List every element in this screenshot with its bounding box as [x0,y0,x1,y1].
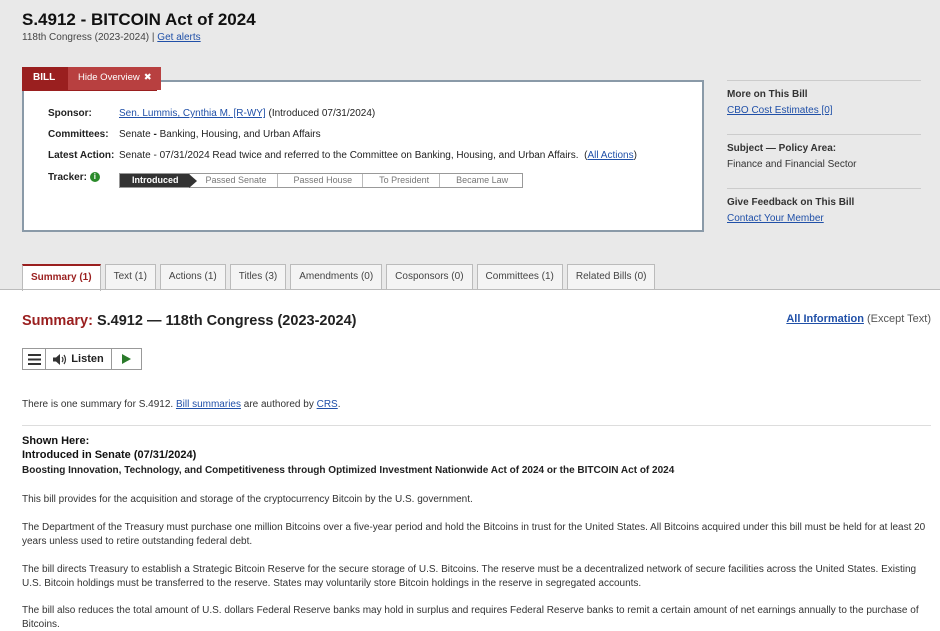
summary-note: There is one summary for S.4912. Bill su… [22,399,341,410]
congress-label: 118th Congress (2023-2024) [22,32,150,43]
introduced-label: Introduced in Senate (07/31/2024) [22,449,197,461]
except-text-label: (Except Text) [867,313,931,325]
more-on-bill-section: More on This Bill CBO Cost Estimates [0] [727,80,921,134]
bill-tracker: Introduced Passed Senate Passed House To… [119,173,524,188]
tab-actions[interactable]: Actions (1) [159,264,226,290]
summary-note-mid: are authored by [243,399,314,410]
bill-tab[interactable]: BILL [22,67,68,90]
tracker-step-became-law: Became Law [456,175,509,185]
bill-summaries-link[interactable]: Bill summaries [176,399,241,410]
tracker-row: Tracker: i [48,172,119,183]
all-information-link[interactable]: All Information [786,313,864,325]
tracker-step-passed-senate: Passed Senate [190,174,278,187]
policy-area-title: Subject — Policy Area: [727,143,837,154]
shown-here-block: Shown Here: Introduced in Senate (07/31/… [22,434,196,462]
committees-chamber: Senate [119,129,151,140]
committees-label: Committees: [48,129,109,140]
sponsor-row: Sponsor: Sen. Lummis, Cynthia M. [R-WY] … [48,108,375,119]
tracker-step-to-president: To President [363,174,441,187]
committees-dash: - [150,129,160,140]
summary-paragraph: The Department of the Treasury must purc… [22,522,926,547]
tab-amendments[interactable]: Amendments (0) [290,264,383,290]
tab-related-bills[interactable]: Related Bills (0) [566,264,656,290]
summary-heading-prefix: Summary: [22,313,93,329]
all-actions-link[interactable]: All Actions [587,150,633,161]
summary-heading: Summary: S.4912 — 118th Congress (2023-2… [22,313,356,329]
contact-member-link[interactable]: Contact Your Member [727,213,824,224]
tab-text[interactable]: Text (1) [104,264,156,290]
latest-action-label: Latest Action: [48,150,115,161]
tab-committees[interactable]: Committees (1) [476,264,563,290]
speaker-icon [53,353,67,365]
committees-row: Committees: Senate - Banking, Housing, a… [48,129,321,140]
separator: | [151,32,155,43]
tab-divider [0,289,940,290]
hide-overview-label: Hide Overview [78,72,140,83]
listen-button[interactable]: Listen [46,349,112,369]
player-menu-button[interactable] [23,349,46,369]
summary-paragraph: This bill provides for the acquisition a… [22,494,473,505]
close-icon: ✖ [143,72,152,83]
all-actions-close: ) [633,150,637,161]
tracker-step-introduced: Introduced [120,174,196,188]
committees-value: Banking, Housing, and Urban Affairs [159,129,321,140]
summary-divider [22,425,931,426]
summary-heading-text: S.4912 — 118th Congress (2023-2024) [96,313,357,329]
menu-icon [27,353,41,365]
congress-line: 118th Congress (2023-2024) | Get alerts [22,32,201,43]
get-alerts-link[interactable]: Get alerts [157,32,200,43]
sponsor-introduced: (Introduced 07/31/2024) [268,108,376,119]
bill-long-title: Boosting Innovation, Technology, and Com… [22,465,675,476]
sponsor-label: Sponsor: [48,108,92,119]
cbo-cost-estimates-link[interactable]: CBO Cost Estimates [0] [727,105,833,116]
tracker-label: Tracker: i [48,172,119,183]
listen-player: Listen [22,348,142,370]
policy-area-section: Subject — Policy Area: Finance and Finan… [727,134,921,188]
summary-paragraph: The bill directs Treasury to establish a… [22,564,917,589]
latest-action-row: Latest Action: Senate - 07/31/2024 Read … [48,150,637,161]
play-icon [122,354,131,364]
tab-titles[interactable]: Titles (3) [229,264,287,290]
tab-summary[interactable]: Summary (1) [22,264,101,291]
all-information-line: All Information (Except Text) [786,313,931,325]
bill-sidebar: More on This Bill CBO Cost Estimates [0]… [727,80,921,242]
policy-area-value: Finance and Financial Sector [727,159,857,170]
all-actions-wrapper: (All Actions) [581,150,637,161]
summary-note-end: . [337,399,341,410]
bill-header-area: S.4912 - BITCOIN Act of 2024 118th Congr… [0,0,940,291]
tab-cosponsors[interactable]: Cosponsors (0) [386,264,473,290]
feedback-title: Give Feedback on This Bill [727,197,855,208]
bill-overview-panel: Sponsor: Sen. Lummis, Cynthia M. [R-WY] … [22,80,704,232]
tracker-step-passed-house: Passed House [278,174,364,187]
play-button[interactable] [112,349,141,369]
summary-paragraph: The bill also reduces the total amount o… [22,605,919,630]
latest-action-value: Senate - 07/31/2024 Read twice and refer… [119,150,579,161]
crs-link[interactable]: CRS [317,399,338,410]
info-icon[interactable]: i [89,172,100,183]
overview-tab-bar: BILL Hide Overview ✖ [22,67,161,90]
feedback-section: Give Feedback on This Bill Contact Your … [727,188,921,242]
summary-note-text: There is one summary for S.4912. [22,399,174,410]
page-title: S.4912 - BITCOIN Act of 2024 [22,10,256,29]
bill-tabs: Summary (1) Text (1) Actions (1) Titles … [22,264,656,291]
listen-label: Listen [71,353,104,365]
more-on-bill-title: More on This Bill [727,89,808,100]
shown-here-label: Shown Here: [22,435,90,447]
hide-overview-button[interactable]: Hide Overview ✖ [68,67,161,90]
sponsor-link[interactable]: Sen. Lummis, Cynthia M. [R-WY] [119,108,266,119]
